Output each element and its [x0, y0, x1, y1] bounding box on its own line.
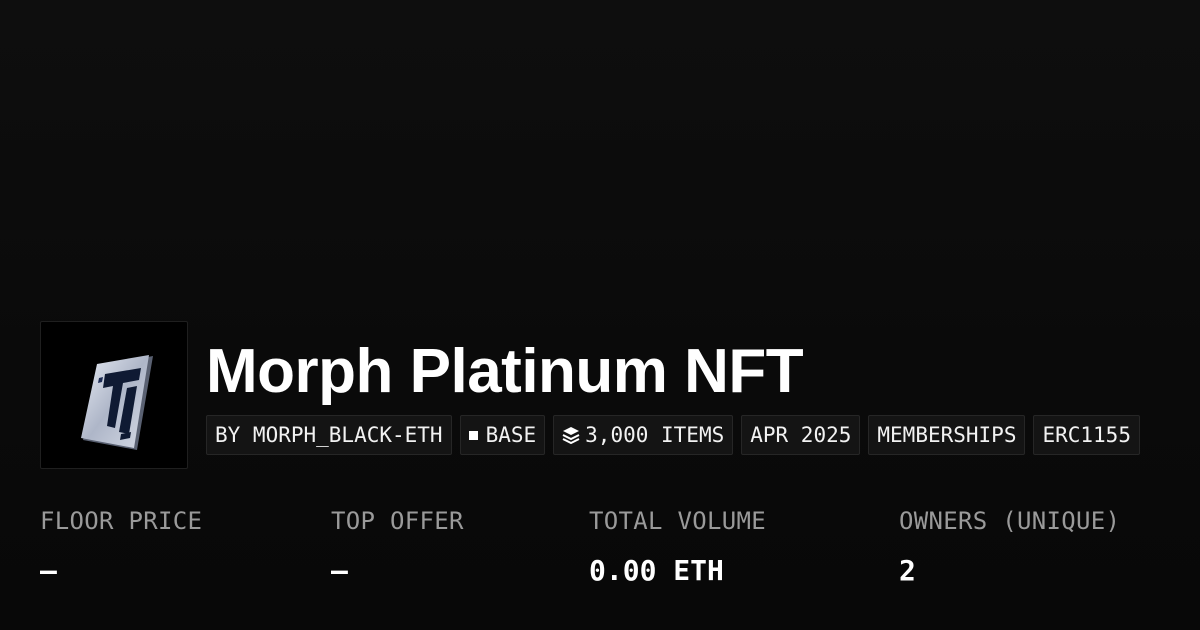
- date-tag: APR 2025: [741, 415, 861, 455]
- total-volume-label: TOTAL VOLUME: [589, 507, 766, 535]
- floor-price-value: –: [40, 554, 57, 587]
- owners-value: 2: [899, 554, 916, 587]
- collection-tags: BY MORPH_BLACK-ETH BASE 3,000 ITEMS APR …: [206, 415, 1140, 455]
- top-offer-label: TOP OFFER: [331, 507, 464, 535]
- layers-icon: [562, 427, 580, 444]
- items-label: 3,000 ITEMS: [585, 423, 725, 447]
- standard-tag: ERC1155: [1033, 415, 1140, 455]
- top-offer-stat: TOP OFFER –: [331, 505, 464, 589]
- floor-price-stat: FLOOR PRICE –: [40, 505, 202, 589]
- creator-label: BY MORPH_BLACK-ETH: [215, 423, 443, 447]
- owners-label: OWNERS (UNIQUE): [899, 507, 1121, 535]
- morph-platinum-card-icon: [81, 355, 153, 450]
- items-tag: 3,000 ITEMS: [553, 415, 734, 455]
- collection-logo[interactable]: [40, 321, 188, 469]
- chain-label: BASE: [485, 423, 537, 447]
- floor-price-label: FLOOR PRICE: [40, 507, 203, 535]
- top-offer-value: –: [331, 554, 348, 587]
- creator-tag[interactable]: BY MORPH_BLACK-ETH: [206, 415, 452, 455]
- chain-tag[interactable]: BASE: [459, 415, 546, 455]
- collection-title: Morph Platinum NFT: [206, 337, 804, 406]
- total-volume-stat: TOTAL VOLUME 0.00 ETH: [589, 505, 766, 589]
- standard-label: ERC1155: [1042, 423, 1131, 447]
- category-label: MEMBERSHIPS: [877, 423, 1017, 447]
- square-icon: [468, 430, 478, 440]
- date-label: APR 2025: [750, 423, 852, 447]
- total-volume-value: 0.00 ETH: [589, 554, 724, 587]
- category-tag[interactable]: MEMBERSHIPS: [868, 415, 1026, 455]
- owners-stat: OWNERS (UNIQUE) 2: [899, 505, 1120, 589]
